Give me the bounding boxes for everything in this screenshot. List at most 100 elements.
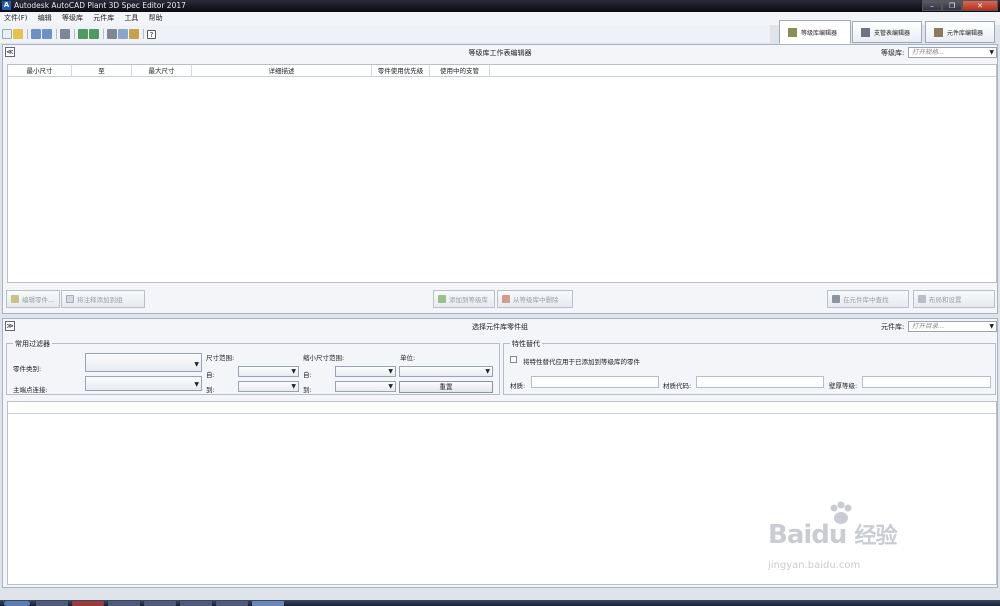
tab-spec-editor-label: 等级库编辑器 [801, 29, 838, 37]
size-from-select[interactable]: ▼ [238, 366, 299, 377]
tab-catalog-editor-label: 元件库编辑器 [947, 29, 984, 37]
close-button[interactable]: ✕ [962, 0, 998, 11]
paw-icon [830, 501, 852, 524]
col-part-priority[interactable]: 零件使用优先级 [372, 65, 430, 77]
title-bar: A Autodesk AutoCAD Plant 3D Spec Editor … [0, 0, 1000, 12]
reducing-to-label: 到: [303, 386, 312, 394]
size-range-label: 尺寸范围: [206, 354, 235, 362]
copy-icon[interactable] [118, 29, 128, 39]
spec-parts-grid[interactable]: 最小尺寸 至 最大尺寸 详细描述 零件使用优先级 使用中的支管 [7, 64, 997, 283]
spec-panel-title: 等级库工作表编辑器 [468, 49, 532, 57]
remove-from-spec-label: 从等级库中删除 [513, 296, 559, 304]
tab-branch-table-editor[interactable]: 支管表编辑器 [852, 21, 922, 43]
print-icon[interactable] [60, 29, 70, 39]
menu-edit[interactable]: 编辑 [34, 12, 56, 25]
wall-thickness-input[interactable] [862, 376, 991, 388]
common-filters-group: 常用过滤器 零件类别: ▼ 主端点连接: ▼ 尺寸范围: 自: ▼ 到: ▼ 缩… [6, 339, 500, 395]
taskbar-app-2[interactable] [72, 601, 104, 606]
spec-editor-icon [788, 27, 797, 37]
spec-select[interactable]: 打开规格... ▼ [908, 47, 997, 58]
reducing-to-select[interactable]: ▼ [335, 381, 396, 392]
material-input[interactable] [531, 376, 659, 388]
property-overrides-group: 特性替代 将特性替代应用于已添加到等级库的零件 材质: 材质代码: 壁厚等级: [503, 339, 996, 395]
find-in-catalog-button[interactable]: 在元件库中查找 [827, 290, 909, 308]
catalog-grid-header [8, 402, 996, 414]
save-as-icon[interactable] [42, 29, 52, 39]
catalog-select-value: 打开目录... [912, 322, 945, 330]
reducing-from-select[interactable]: ▼ [335, 366, 396, 377]
units-label: 单位: [400, 354, 416, 362]
main-end-connection-select[interactable]: ▼ [85, 376, 202, 391]
apply-overrides-checkbox[interactable] [510, 356, 517, 363]
app-icon[interactable]: A [2, 1, 11, 10]
remove-from-spec-button[interactable]: 从等级库中删除 [497, 290, 573, 308]
reducing-from-label: 自: [303, 371, 312, 379]
col-min-size[interactable]: 最小尺寸 [8, 65, 72, 77]
open-icon[interactable] [13, 29, 23, 39]
menu-file[interactable]: 文件(F) [0, 12, 32, 25]
new-icon[interactable] [2, 29, 12, 39]
menu-tools[interactable]: 工具 [120, 12, 142, 25]
taskbar-app-6[interactable] [216, 601, 248, 606]
add-to-spec-icon [438, 295, 446, 303]
import-icon[interactable] [78, 29, 88, 39]
taskbar-app-5[interactable] [180, 601, 212, 606]
units-select[interactable]: ▼ [399, 366, 493, 377]
spec-select-value: 打开规格... [912, 48, 945, 56]
chevron-down-icon: ▼ [388, 383, 393, 390]
col-description[interactable]: 详细描述 [192, 65, 372, 77]
chevron-down-icon: ▼ [291, 383, 296, 390]
apply-overrides-label: 将特性替代应用于已添加到等级库的零件 [523, 358, 640, 366]
layout-settings-icon [918, 295, 926, 303]
catalog-select[interactable]: 打开目录... ▼ [908, 321, 997, 332]
binoculars-icon [832, 295, 840, 303]
taskbar-app-3[interactable] [108, 601, 140, 606]
remove-from-spec-icon [502, 295, 510, 303]
export-icon[interactable] [89, 29, 99, 39]
watermark-logo-bai: Bai [768, 520, 812, 550]
tab-catalog-editor[interactable]: 元件库编辑器 [925, 21, 995, 43]
part-category-label: 零件类别: [13, 365, 42, 373]
layout-settings-button[interactable]: 布局和设置 [913, 290, 995, 308]
baidu-watermark: Baidu 经验 jingyan.baidu.com [768, 500, 948, 580]
add-to-spec-button[interactable]: 添加到等级库 [433, 290, 495, 308]
toolbar-divider [74, 29, 75, 39]
cut-icon[interactable] [107, 29, 117, 39]
taskbar-app-4[interactable] [144, 601, 176, 606]
material-code-input[interactable] [696, 376, 824, 388]
taskbar-app-7[interactable] [252, 601, 284, 606]
add-to-spec-label: 添加到等级库 [449, 296, 488, 304]
col-max-size[interactable]: 最大尺寸 [132, 65, 192, 77]
menu-spec[interactable]: 等级库 [58, 12, 87, 25]
add-note-button[interactable]: 将注释添加到组 [61, 290, 145, 308]
size-to-select[interactable]: ▼ [238, 381, 299, 392]
catalog-panel-header: ≫ 选择元件库零件组 元件库: 打开目录... ▼ [3, 319, 997, 333]
col-to[interactable]: 至 [72, 65, 132, 77]
menu-catalog[interactable]: 元件库 [89, 12, 118, 25]
spec-sheet-panel: ≪ 等级库工作表编辑器 等级库: 打开规格... ▼ 最小尺寸 至 最大尺寸 详… [2, 44, 998, 314]
wall-thickness-label: 壁厚等级: [829, 382, 858, 390]
size-to-label: 到: [206, 386, 215, 394]
menu-help[interactable]: 帮助 [145, 12, 167, 25]
maximize-button[interactable]: ❐ [942, 0, 962, 11]
taskbar-app-1[interactable] [36, 601, 68, 606]
tab-spec-editor[interactable]: 等级库编辑器 [779, 20, 851, 44]
spec-label: 等级库: [881, 49, 905, 57]
toolbar-divider [143, 29, 144, 39]
add-note-icon [66, 295, 74, 303]
save-icon[interactable] [31, 29, 41, 39]
reset-button[interactable]: 重置 [399, 381, 493, 393]
col-branch-in-use[interactable]: 使用中的支管 [430, 65, 490, 77]
paste-icon[interactable] [129, 29, 139, 39]
toolbar-divider [27, 29, 28, 39]
edit-part-button[interactable]: 编辑零件... [6, 290, 60, 308]
start-button[interactable] [4, 601, 30, 606]
minimize-button[interactable]: – [922, 0, 942, 11]
part-category-select[interactable]: ▼ [85, 353, 202, 372]
catalog-editor-icon [934, 27, 943, 37]
branch-table-icon [861, 27, 870, 37]
catalog-label: 元件库: [881, 323, 905, 331]
material-label: 材质: [510, 382, 526, 390]
help-icon[interactable]: ? [147, 29, 156, 39]
chevron-down-icon: ▼ [194, 381, 199, 388]
